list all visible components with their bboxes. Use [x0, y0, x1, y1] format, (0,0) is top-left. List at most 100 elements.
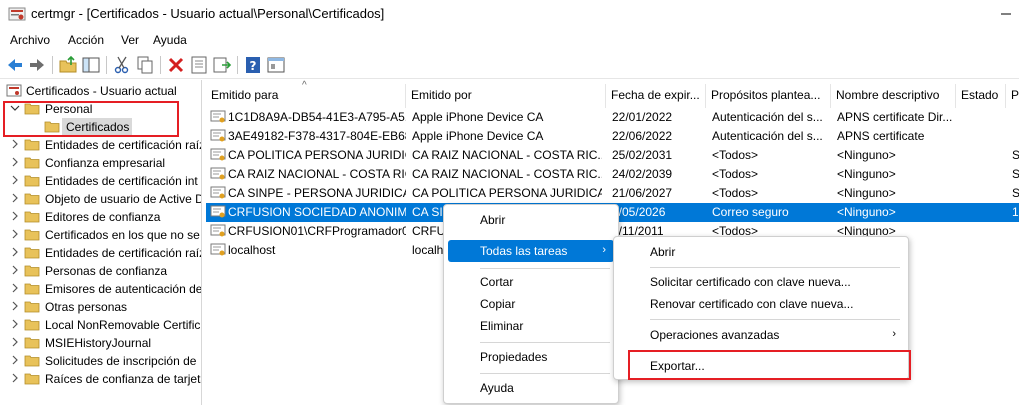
highlight-box-exportar: [628, 350, 911, 380]
tree-item-label: Solicitudes de inscripción de: [45, 354, 197, 368]
tree-item[interactable]: Confianza empresarial: [0, 154, 200, 172]
chevron-right-icon[interactable]: [10, 138, 20, 150]
chevron-right-icon[interactable]: [10, 246, 20, 258]
tree-item[interactable]: Raíces de confianza de tarjeta: [0, 370, 201, 388]
toolbar-separator: [237, 56, 238, 74]
menu-archivo[interactable]: Archivo: [10, 33, 50, 47]
table-row[interactable]: 1C1D8A9A-DB54-41E3-A795-A5... Apple iPhon…: [206, 108, 1019, 127]
chevron-right-icon[interactable]: [10, 156, 20, 168]
tree-root[interactable]: Certificados - Usuario actual: [0, 82, 200, 100]
forward-arrow-icon[interactable]: [27, 55, 47, 75]
chevron-right-icon[interactable]: [10, 192, 20, 204]
copy-icon[interactable]: [135, 55, 155, 75]
ctx-separator: [480, 268, 610, 269]
tree-root-label: Certificados - Usuario actual: [26, 84, 177, 98]
ctx-todas-las-tareas[interactable]: Todas las tareas ›: [448, 240, 614, 262]
chevron-right-icon[interactable]: [10, 228, 20, 240]
menu-ver[interactable]: Ver: [121, 33, 139, 47]
table-cell: 22/06/2022: [612, 129, 673, 143]
ctx-abrir[interactable]: Abrir: [448, 209, 614, 231]
table-cell: <Ninguno>: [837, 167, 896, 181]
table-cell: 1C1D8A9A-DB54-41E3-A795-A5...: [228, 110, 406, 124]
column-header[interactable]: Propósitos plantea...: [706, 84, 831, 108]
table-row[interactable]: CA POLITICA PERSONA JURIDICA... CA RAIZ N…: [206, 146, 1019, 165]
column-header[interactable]: Fecha de expir...: [606, 84, 706, 108]
table-cell: CRFUSION SOCIEDAD ANONIM...: [228, 205, 406, 219]
minimize-icon[interactable]: [996, 4, 1016, 24]
chevron-right-icon[interactable]: [10, 210, 20, 222]
tree-item[interactable]: Entidades de certificación raíz: [0, 244, 201, 262]
ctx-ayuda[interactable]: Ayuda: [448, 377, 614, 399]
ctx-copiar[interactable]: Copiar: [448, 293, 614, 315]
sub-renovar[interactable]: Renovar certificado con clave nueva...: [618, 293, 904, 315]
help-icon[interactable]: ?: [243, 55, 263, 75]
tree-item-label: Objeto de usuario de Active D: [45, 192, 202, 206]
folder-icon: [24, 337, 40, 349]
table-row[interactable]: CA SINPE - PERSONA JURIDICA ... CA POLITI…: [206, 184, 1019, 203]
ctx-eliminar[interactable]: Eliminar: [448, 315, 614, 337]
tree-item[interactable]: Certificados en los que no se: [0, 226, 200, 244]
table-cell: CA POLITICA PERSONA JURIDICA ...: [412, 186, 602, 200]
show-hide-tree-icon[interactable]: [81, 55, 101, 75]
chevron-right-icon[interactable]: [10, 336, 20, 348]
menu-ayuda[interactable]: Ayuda: [153, 33, 187, 47]
table-cell: APNS certificate Dir...: [837, 110, 953, 124]
tree-item[interactable]: Otras personas: [0, 298, 200, 316]
chevron-right-icon[interactable]: [10, 300, 20, 312]
certificate-icon: [210, 186, 226, 199]
chevron-right-icon[interactable]: [10, 318, 20, 330]
tree-item-label: Editores de confianza: [45, 210, 161, 224]
table-row[interactable]: 3AE49182-F378-4317-804E-EB68... Apple iPh…: [206, 127, 1019, 146]
table-cell: <Todos>: [712, 186, 759, 200]
tree-item[interactable]: Emisores de autenticación de: [0, 280, 201, 298]
show-view-icon[interactable]: [266, 55, 286, 75]
ctx-todas-label: Todas las tareas: [480, 244, 568, 258]
export-list-icon[interactable]: [212, 55, 232, 75]
table-cell: CA POLITICA PERSONA JURIDICA...: [228, 148, 406, 162]
tree-item-label: Local NonRemovable Certific: [45, 318, 201, 332]
column-header[interactable]: Nombre descriptivo: [831, 84, 956, 108]
context-menu: Abrir Todas las tareas › Cortar Copiar E…: [443, 204, 619, 404]
certmgr-app-icon: [8, 7, 26, 21]
delete-icon[interactable]: [166, 55, 186, 75]
back-arrow-icon[interactable]: [5, 55, 25, 75]
table-cell: 22/01/2022: [612, 110, 673, 124]
chevron-right-icon[interactable]: [10, 282, 20, 294]
tree-item[interactable]: Personas de confianza: [0, 262, 200, 280]
properties-icon[interactable]: [189, 55, 209, 75]
sub-abrir[interactable]: Abrir: [618, 241, 904, 263]
toolbar: ?: [0, 51, 1019, 79]
chevron-right-icon: ›: [892, 328, 896, 340]
chevron-right-icon[interactable]: [10, 264, 20, 276]
sub-operaciones-avanzadas[interactable]: Operaciones avanzadas ›: [618, 324, 904, 346]
ctx-cortar[interactable]: Cortar: [448, 271, 614, 293]
column-header[interactable]: Pla: [1006, 84, 1019, 108]
table-cell: CA SINPE - PERSONA JURIDICA ...: [228, 186, 406, 200]
up-folder-icon[interactable]: [58, 55, 78, 75]
tree-item[interactable]: Editores de confianza: [0, 208, 200, 226]
column-header[interactable]: Estado: [956, 84, 1006, 108]
table-cell: 1/05/2026: [612, 205, 666, 219]
sub-separator: [650, 267, 900, 268]
table-cell: 24/02/2039: [612, 167, 673, 181]
chevron-right-icon[interactable]: [10, 372, 20, 384]
tree-item[interactable]: Local NonRemovable Certific: [0, 316, 200, 334]
column-header[interactable]: Emitido por: [406, 84, 606, 108]
tree-item-label: Otras personas: [45, 300, 128, 314]
ctx-propiedades[interactable]: Propiedades: [448, 346, 614, 368]
cut-icon[interactable]: [112, 55, 132, 75]
tree-item[interactable]: Objeto de usuario de Active D: [0, 190, 202, 208]
tree-item[interactable]: Entidades de certificación int: [0, 172, 200, 190]
chevron-right-icon[interactable]: [10, 174, 20, 186]
tree-item[interactable]: Entidades de certificación raíz: [0, 136, 201, 154]
table-cell: CA RAIZ NACIONAL - COSTA RIC...: [228, 167, 406, 181]
tree-item[interactable]: MSIEHistoryJournal: [0, 334, 200, 352]
chevron-right-icon[interactable]: [10, 354, 20, 366]
menu-accion[interactable]: Acción: [68, 33, 104, 47]
certificate-icon: [210, 224, 226, 237]
menu-bar: Archivo Acción Ver Ayuda: [0, 28, 1019, 51]
column-header[interactable]: Emitido para: [206, 84, 406, 108]
tree-item[interactable]: Solicitudes de inscripción de: [0, 352, 200, 370]
table-row[interactable]: CA RAIZ NACIONAL - COSTA RIC... CA RAIZ N…: [206, 165, 1019, 184]
sub-solicitar[interactable]: Solicitar certificado con clave nueva...: [618, 271, 904, 293]
